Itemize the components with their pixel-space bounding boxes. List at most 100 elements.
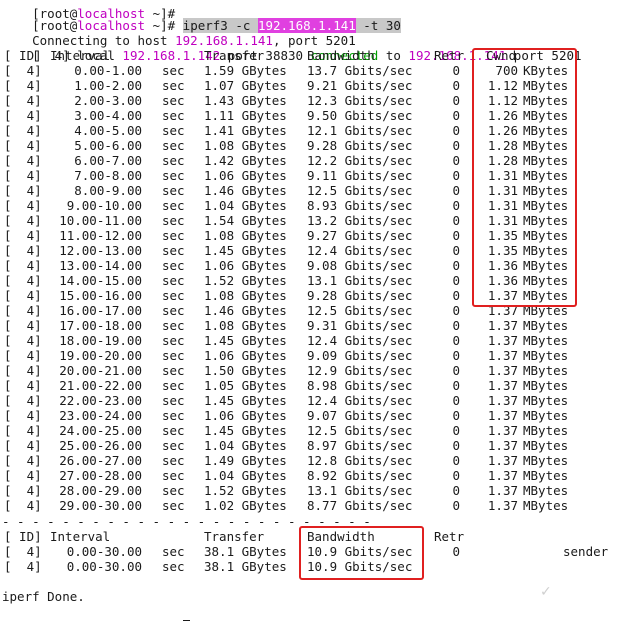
row-bandwidth: 9.09 Gbits/sec bbox=[307, 348, 413, 363]
row-transfer: 1.08 GBytes bbox=[204, 288, 287, 303]
table-row: [ 4] 25.00-26.00 sec 1.04 GBytes 8.97 Gbits/… bbox=[2, 438, 632, 453]
row-cwnd: 1.37 bbox=[487, 408, 518, 423]
prompt-line-current[interactable]: [root@localhost ~]# bbox=[2, 604, 190, 621]
row-unit: sec bbox=[162, 408, 185, 423]
summary-header-interval: Interval bbox=[50, 529, 111, 544]
row-cwnd-unit: MBytes bbox=[523, 393, 569, 408]
row-transfer: 1.54 GBytes bbox=[204, 213, 287, 228]
table-row: [ 4] 19.00-20.00 sec 1.06 GBytes 9.09 Gbits/… bbox=[2, 348, 632, 363]
row-bandwidth: 8.93 Gbits/sec bbox=[307, 198, 413, 213]
row-bandwidth: 12.2 Gbits/sec bbox=[307, 153, 413, 168]
row-transfer: 1.06 GBytes bbox=[204, 348, 287, 363]
row-retr: 0 bbox=[452, 393, 460, 408]
row-cwnd: 1.37 bbox=[487, 483, 518, 498]
row-transfer: 1.05 GBytes bbox=[204, 378, 287, 393]
row-retr: 0 bbox=[452, 63, 460, 78]
row-unit: sec bbox=[162, 438, 185, 453]
row-bandwidth: 9.50 Gbits/sec bbox=[307, 108, 413, 123]
row-transfer: 1.52 GBytes bbox=[204, 483, 287, 498]
row-bandwidth: 13.1 Gbits/sec bbox=[307, 273, 413, 288]
row-transfer: 1.04 GBytes bbox=[204, 198, 287, 213]
row-bandwidth: 12.8 Gbits/sec bbox=[307, 453, 413, 468]
row-unit: sec bbox=[162, 423, 185, 438]
table-row: [ 4] 20.00-21.00 sec 1.50 GBytes 12.9 Gbits/… bbox=[2, 363, 632, 378]
row-transfer: 1.11 GBytes bbox=[204, 108, 287, 123]
row-retr: 0 bbox=[452, 258, 460, 273]
row-unit: sec bbox=[162, 108, 185, 123]
row-interval: 7.00-8.00 bbox=[74, 168, 142, 183]
row-cwnd-unit: MBytes bbox=[523, 363, 569, 378]
row-transfer: 1.08 GBytes bbox=[204, 228, 287, 243]
row-unit: sec bbox=[162, 153, 185, 168]
row-interval: 6.00-7.00 bbox=[74, 153, 142, 168]
done-line: iperf Done. bbox=[2, 589, 85, 604]
row-unit: sec bbox=[162, 138, 185, 153]
table-row: [ 4] 26.00-27.00 sec 1.49 GBytes 12.8 Gbits/… bbox=[2, 453, 632, 468]
row-interval: 9.00-10.00 bbox=[66, 198, 142, 213]
row-cwnd: 1.37 bbox=[487, 348, 518, 363]
row-retr: 0 bbox=[452, 198, 460, 213]
bandwidth-highlight-box bbox=[299, 526, 424, 580]
row-bandwidth: 9.28 Gbits/sec bbox=[307, 288, 413, 303]
watermark-icon: ✓ bbox=[540, 584, 552, 600]
sender-label: sender bbox=[563, 544, 609, 559]
row-retr: 0 bbox=[452, 303, 460, 318]
row-retr: 0 bbox=[452, 468, 460, 483]
row-cwnd: 1.37 bbox=[487, 378, 518, 393]
row-bandwidth: 12.1 Gbits/sec bbox=[307, 123, 413, 138]
row-cwnd-unit: MBytes bbox=[523, 423, 569, 438]
header-transfer: Transfer bbox=[204, 48, 265, 63]
row-cwnd-unit: MBytes bbox=[523, 438, 569, 453]
row-retr: 0 bbox=[452, 348, 460, 363]
row-retr: 0 bbox=[452, 78, 460, 93]
row-cwnd-unit: MBytes bbox=[523, 483, 569, 498]
row-unit: sec bbox=[162, 258, 185, 273]
row-bandwidth: 9.28 Gbits/sec bbox=[307, 138, 413, 153]
row-interval: 1.00-2.00 bbox=[74, 78, 142, 93]
row-retr: 0 bbox=[452, 288, 460, 303]
row-cwnd: 1.37 bbox=[487, 468, 518, 483]
terminal-window[interactable]: [root@localhost ~]# [root@localhost ~]# … bbox=[0, 0, 636, 621]
row-retr: 0 bbox=[452, 123, 460, 138]
row-transfer: 1.04 GBytes bbox=[204, 468, 287, 483]
row-retr: 0 bbox=[452, 333, 460, 348]
row-bandwidth: 12.4 Gbits/sec bbox=[307, 393, 413, 408]
row-cwnd: 1.37 bbox=[487, 438, 518, 453]
row-cwnd: 1.37 bbox=[487, 363, 518, 378]
row-interval: 20.00-21.00 bbox=[59, 363, 142, 378]
row-unit: sec bbox=[162, 213, 185, 228]
row-transfer: 1.06 GBytes bbox=[204, 258, 287, 273]
row-cwnd-unit: MBytes bbox=[523, 318, 569, 333]
row-bandwidth: 13.7 Gbits/sec bbox=[307, 63, 413, 78]
row-unit: sec bbox=[162, 243, 185, 258]
row-transfer: 1.45 GBytes bbox=[204, 243, 287, 258]
row-interval: 15.00-16.00 bbox=[59, 288, 142, 303]
summary-header-transfer: Transfer bbox=[204, 529, 265, 544]
row-interval: 25.00-26.00 bbox=[59, 438, 142, 453]
row-interval: 3.00-4.00 bbox=[74, 108, 142, 123]
row-unit: sec bbox=[162, 63, 185, 78]
row-interval: 12.00-13.00 bbox=[59, 243, 142, 258]
row-transfer: 1.06 GBytes bbox=[204, 168, 287, 183]
row-interval: 28.00-29.00 bbox=[59, 483, 142, 498]
connecting-line: Connecting to host 192.168.1.141, port 5… bbox=[32, 33, 356, 48]
row-transfer: 1.06 GBytes bbox=[204, 408, 287, 423]
table-row: [ 4] 17.00-18.00 sec 1.08 GBytes 9.31 Gbits/… bbox=[2, 318, 632, 333]
row-transfer: 1.50 GBytes bbox=[204, 363, 287, 378]
row-unit: sec bbox=[162, 288, 185, 303]
row-retr: 0 bbox=[452, 183, 460, 198]
row-cwnd: 1.37 bbox=[487, 498, 518, 513]
row-interval: 4.00-5.00 bbox=[74, 123, 142, 138]
row-retr: 0 bbox=[452, 138, 460, 153]
row-unit: sec bbox=[162, 498, 185, 513]
row-retr: 0 bbox=[452, 453, 460, 468]
row-bandwidth: 8.97 Gbits/sec bbox=[307, 438, 413, 453]
row-bandwidth: 12.5 Gbits/sec bbox=[307, 423, 413, 438]
row-interval: 14.00-15.00 bbox=[59, 273, 142, 288]
row-retr: 0 bbox=[452, 378, 460, 393]
header-retr: Retr bbox=[434, 48, 465, 63]
table-row: [ 4] 21.00-22.00 sec 1.05 GBytes 8.98 Gbits/… bbox=[2, 378, 632, 393]
row-interval: 27.00-28.00 bbox=[59, 468, 142, 483]
row-cwnd: 1.37 bbox=[487, 453, 518, 468]
row-unit: sec bbox=[162, 318, 185, 333]
